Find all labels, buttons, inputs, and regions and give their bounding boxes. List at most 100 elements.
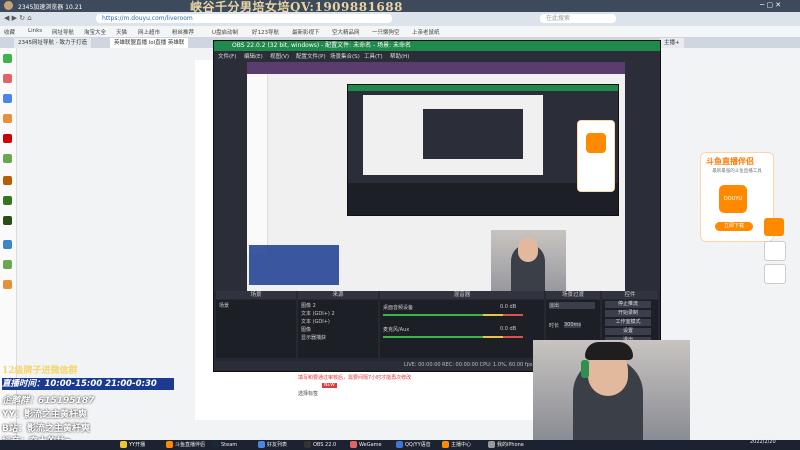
- nested-ad: [577, 120, 615, 192]
- start-recording-button[interactable]: 开始录制: [605, 310, 651, 317]
- menu-view[interactable]: 视图(V): [270, 52, 289, 60]
- bookmark-item[interactable]: 粉丝推荐: [172, 28, 194, 36]
- nested-face: [518, 238, 538, 262]
- taskbar-item[interactable]: 斗鱼直播伴侣: [156, 441, 205, 449]
- taskbar-item[interactable]: Steam: [202, 441, 237, 449]
- taskbar-item[interactable]: 好友列表: [248, 441, 287, 449]
- preview-header: [247, 62, 625, 74]
- nested-preview: [363, 95, 543, 175]
- bookmark-item[interactable]: 网上超市: [138, 28, 160, 36]
- bookmark-item[interactable]: 一只懒狗空: [372, 28, 400, 36]
- mixer-panel: 桌面音频设备 0.0 dB 麦克风/Aux 0.0 dB: [380, 300, 544, 358]
- taskbar-item[interactable]: OBS 22.0: [294, 441, 336, 449]
- tab-streamer[interactable]: 主播+: [660, 38, 684, 48]
- studio-mode-button[interactable]: 工作室模式: [605, 319, 651, 326]
- audio-meter: [503, 314, 523, 316]
- nested-obs-title: [348, 85, 618, 91]
- new-badge: NEW: [322, 383, 337, 388]
- phone-icon: [488, 441, 495, 448]
- transitions-dock-header: 场景过渡: [546, 291, 600, 299]
- webcam-feed: [533, 340, 690, 440]
- mixer-track-name: 桌面音频设备: [383, 305, 414, 311]
- bookmark-item[interactable]: 天猫: [116, 28, 127, 36]
- taskbar-item[interactable]: YY开播: [110, 441, 145, 449]
- yy-icon: [120, 441, 127, 448]
- voice-icon: [396, 441, 403, 448]
- app-icon[interactable]: [3, 154, 12, 163]
- app-icon[interactable]: [3, 216, 12, 225]
- app-icon[interactable]: [3, 74, 12, 83]
- app-icon[interactable]: [3, 240, 12, 249]
- menu-edit[interactable]: 编辑(E): [244, 52, 263, 60]
- app-icon[interactable]: [3, 114, 12, 123]
- taskbar: YY开播 斗鱼直播伴侣 Steam 好友列表 OBS 22.0 WeGame Q…: [0, 440, 800, 450]
- menu-profile[interactable]: 配置文件(P): [296, 52, 326, 60]
- source-item[interactable]: 图像 2: [301, 302, 316, 309]
- mixer-track-name: 麦克风/Aux: [383, 327, 410, 333]
- bookmark-item[interactable]: 空大精品网: [332, 28, 360, 36]
- bookmark-item[interactable]: U盘启动制: [212, 28, 238, 36]
- scene-item[interactable]: 场景: [219, 302, 229, 309]
- taskbar-item[interactable]: 我的iPhone: [478, 441, 524, 449]
- window-controls[interactable]: ─ ▢ ✕: [760, 1, 781, 9]
- bookmark-item[interactable]: 好123导航: [252, 28, 279, 36]
- obs-icon: [304, 441, 311, 448]
- nav-back-icon[interactable]: ◀ ▶ ↻ ⌂: [4, 14, 32, 22]
- ad-download-button[interactable]: 立即下载: [715, 222, 753, 231]
- overlay-bilibili: B站：影流之主黄杆爽: [2, 424, 90, 434]
- play-icon[interactable]: [764, 218, 784, 236]
- home-icon[interactable]: [764, 241, 786, 261]
- bookmark-item[interactable]: 最新影视下: [292, 28, 320, 36]
- app-icon[interactable]: [3, 134, 12, 143]
- app-icon[interactable]: [3, 196, 12, 205]
- source-item[interactable]: 图像: [301, 326, 311, 333]
- duration-input[interactable]: 300ms: [564, 322, 582, 328]
- bookmark-item[interactable]: 收藏: [4, 28, 15, 36]
- obs-menu-bar: 文件(F) 编辑(E) 视图(V) 配置文件(P) 场景集合(S) 工具(T) …: [214, 51, 660, 60]
- streamer-center-icon: [442, 441, 449, 448]
- clock-date: 2022/2/20: [750, 439, 776, 445]
- transition-select[interactable]: 淡出: [549, 302, 595, 309]
- menu-file[interactable]: 文件(F): [218, 52, 236, 60]
- source-item[interactable]: 文本 (GDI+) 2: [301, 310, 335, 317]
- avatar[interactable]: [4, 1, 13, 10]
- window-title: 2345加速浏览器 10.21: [18, 4, 83, 11]
- bookmark-item[interactable]: 淘宝大全: [84, 28, 106, 36]
- app-icon[interactable]: [3, 260, 12, 269]
- ad-title: 斗鱼直播伴侣: [706, 157, 754, 166]
- wegame-icon: [350, 441, 357, 448]
- scenes-list[interactable]: 场景: [216, 300, 296, 358]
- source-item[interactable]: 文本 (GDI+): [301, 318, 330, 325]
- tab-2345[interactable]: 2345网址导航 - 致力于打造: [14, 38, 91, 48]
- bookmark-item[interactable]: Links: [28, 28, 42, 34]
- bookmark-item[interactable]: 网址导航: [52, 28, 74, 36]
- overlay-yy: YY：影流之主黄杆爽: [2, 410, 88, 420]
- app-icon[interactable]: [3, 94, 12, 103]
- source-item[interactable]: 显示器捕获: [301, 334, 326, 341]
- stop-stream-button[interactable]: 停止推流: [605, 301, 651, 308]
- search-input[interactable]: 在此搜索: [540, 14, 616, 23]
- app-icon[interactable]: [3, 54, 12, 63]
- url-input[interactable]: https://m.douyu.com/liveroom: [96, 14, 392, 23]
- bookmark-item[interactable]: 上亲老鼠纸: [412, 28, 440, 36]
- audio-meter: [483, 314, 503, 316]
- app-icon[interactable]: [3, 280, 12, 289]
- controls-dock-header: 控件: [602, 291, 658, 299]
- nested-ad-icon: [586, 133, 606, 153]
- menu-tools[interactable]: 工具(T): [364, 52, 383, 60]
- sources-list[interactable]: 图像 2 文本 (GDI+) 2 文本 (GDI+) 图像 显示器捕获: [298, 300, 378, 358]
- menu-help[interactable]: 帮助(H): [390, 52, 409, 60]
- top-icon[interactable]: [764, 264, 786, 284]
- taskbar-item[interactable]: QQ/YY语音: [386, 441, 431, 449]
- audio-meter: [383, 314, 483, 316]
- menu-scene-collection[interactable]: 场景集合(S): [330, 52, 360, 60]
- settings-button[interactable]: 设置: [605, 328, 651, 335]
- obs-title: OBS 22.0.2 (32 bit, windows) - 配置文件: 未命名…: [214, 41, 660, 51]
- overlay-schedule: 直播时间：10:00-15:00 21:00-0:30: [2, 378, 174, 390]
- app-icon[interactable]: [3, 176, 12, 185]
- tab-douyu[interactable]: 英雄联盟直播 lol直播 英雄联: [110, 38, 189, 48]
- form-notice: 填写和要通过审核后，需要间隔7小时才能再次修改: [298, 375, 412, 381]
- taskbar-item[interactable]: WeGame: [340, 441, 382, 449]
- obs-preview[interactable]: [247, 62, 625, 311]
- taskbar-item[interactable]: 主播中心: [432, 441, 471, 449]
